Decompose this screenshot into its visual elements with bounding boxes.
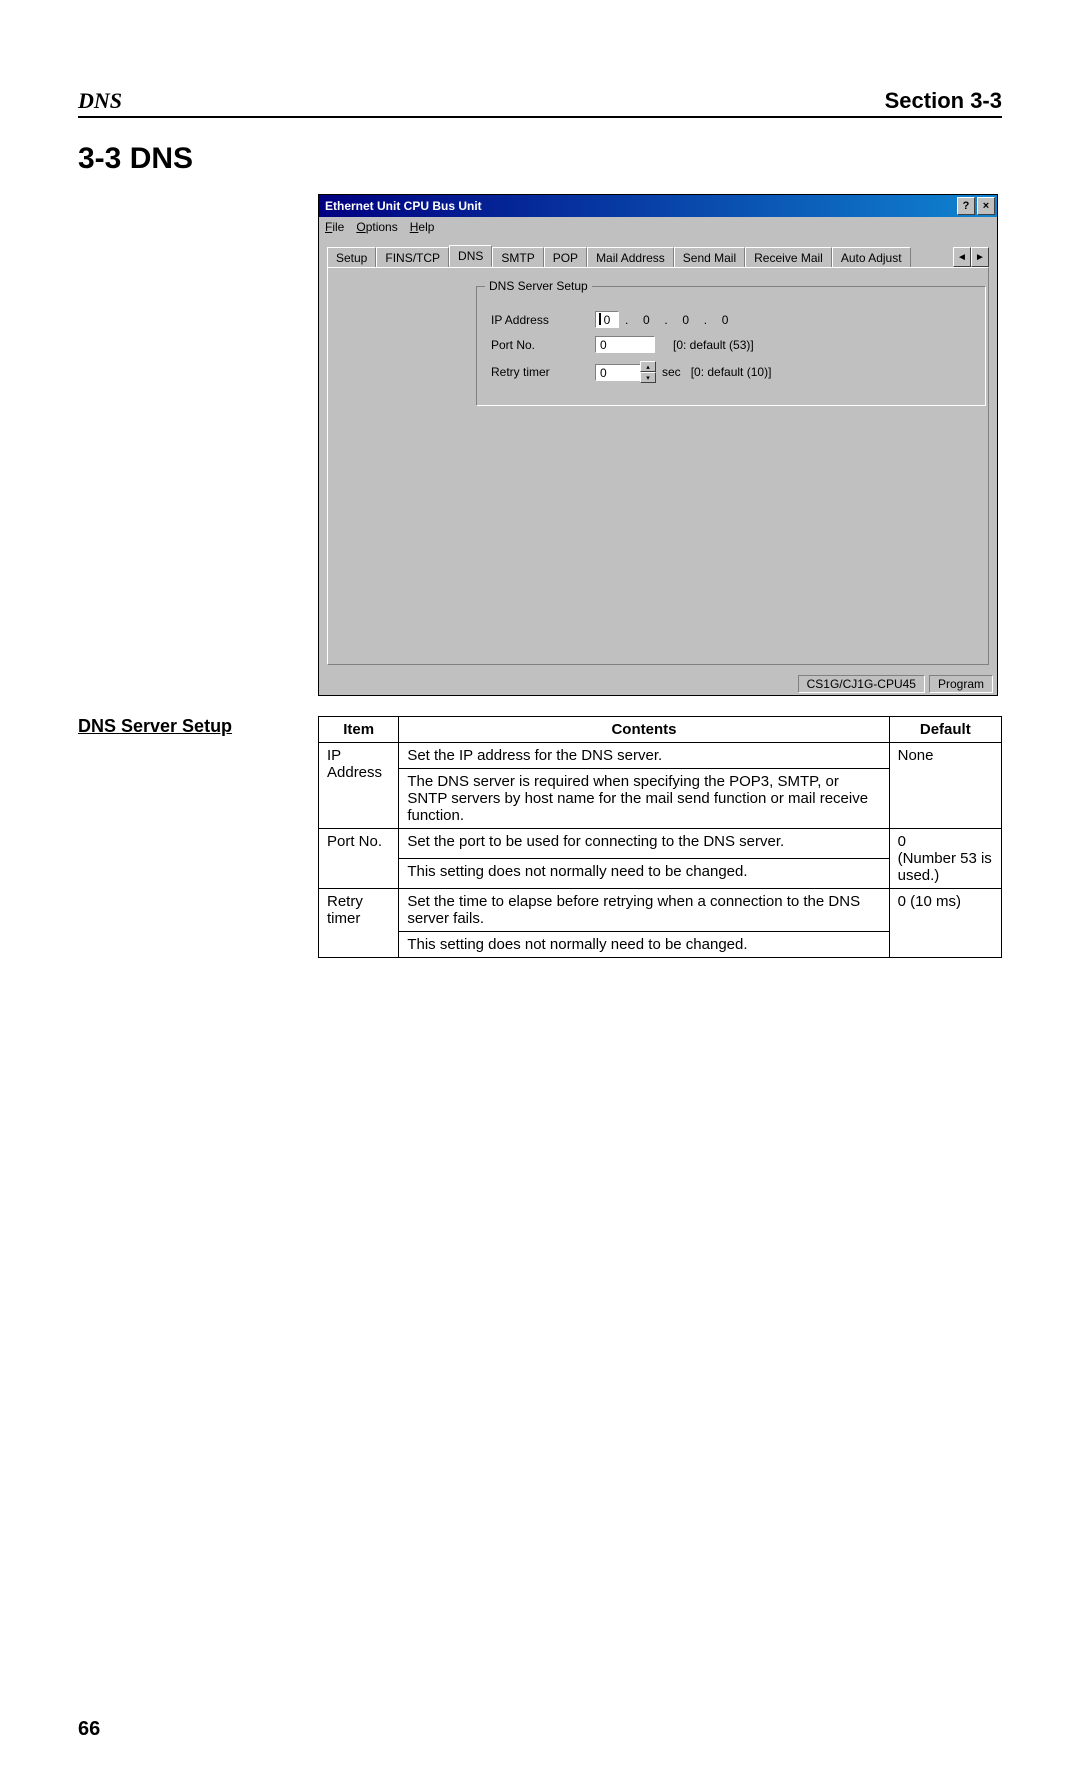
titlebar: Ethernet Unit CPU Bus Unit ? ×	[319, 195, 997, 217]
ip-octet-2[interactable]: 0	[634, 313, 658, 327]
retry-label: Retry timer	[491, 365, 577, 379]
th-item: Item	[319, 717, 399, 743]
cell-contents: Set the time to elapse before retrying w…	[399, 889, 889, 932]
cell-contents: The DNS server is required when specifyi…	[399, 769, 889, 829]
tab-auto-adjust[interactable]: Auto Adjust	[832, 247, 911, 268]
tab-pop[interactable]: POP	[544, 247, 587, 268]
statusbar: CS1G/CJ1G-CPU45 Program	[319, 673, 997, 695]
cell-item: Retry timer	[319, 889, 399, 958]
group-legend: DNS Server Setup	[485, 279, 592, 293]
cell-contents: This setting does not normally need to b…	[399, 859, 889, 889]
menu-options[interactable]: Options	[356, 220, 397, 234]
definitions-table: Item Contents Default IP Address Set the…	[318, 716, 1002, 958]
port-label: Port No.	[491, 338, 577, 352]
ip-octet-3[interactable]: 0	[674, 313, 698, 327]
menubar: File Options Help	[319, 217, 997, 237]
spinner-up-icon[interactable]: ▴	[640, 361, 656, 372]
retry-hint: [0: default (10)]	[691, 365, 772, 379]
tab-scroll-left-icon[interactable]: ◄	[953, 247, 971, 267]
retry-input[interactable]: 0	[595, 364, 641, 381]
subheading: DNS Server Setup	[78, 716, 292, 737]
help-icon[interactable]: ?	[957, 197, 975, 215]
port-hint: [0: default (53)]	[673, 338, 754, 352]
tab-setup[interactable]: Setup	[327, 247, 376, 268]
ethernet-dialog: Ethernet Unit CPU Bus Unit ? × File Opti…	[318, 194, 998, 696]
cell-contents: This setting does not normally need to b…	[399, 932, 889, 958]
retry-unit: sec	[662, 365, 681, 379]
ip-octet-1[interactable]: 0	[595, 311, 619, 328]
menu-help[interactable]: Help	[410, 220, 435, 234]
retry-spinner[interactable]: ▴ ▾	[640, 361, 656, 383]
page-number: 66	[78, 1718, 1002, 1741]
port-input[interactable]: 0	[595, 336, 655, 353]
cell-item: IP Address	[319, 743, 399, 829]
tab-panel: DNS Server Setup IP Address 0 . 0 . 0 .	[327, 267, 989, 665]
ip-dot: .	[625, 313, 628, 327]
cell-default: 0 (Number 53 is used.)	[889, 829, 1001, 889]
cell-item: Port No.	[319, 829, 399, 889]
table-row: IP Address Set the IP address for the DN…	[319, 743, 1002, 769]
ip-octet-4[interactable]: 0	[713, 313, 737, 327]
ip-dot: .	[664, 313, 667, 327]
window-title: Ethernet Unit CPU Bus Unit	[325, 199, 482, 213]
tabs-row: Setup FINS/TCP DNS SMTP POP Mail Address…	[327, 245, 989, 267]
cell-default: 0 (10 ms)	[889, 889, 1001, 958]
tab-mail-address[interactable]: Mail Address	[587, 247, 674, 268]
tab-smtp[interactable]: SMTP	[492, 247, 543, 268]
th-contents: Contents	[399, 717, 889, 743]
header-right: Section 3-3	[885, 88, 1002, 114]
table-row: Retry timer Set the time to elapse befor…	[319, 889, 1002, 932]
ip-address-label: IP Address	[491, 313, 577, 327]
header-left: DNS	[78, 88, 122, 114]
ip-dot: .	[704, 313, 707, 327]
spinner-down-icon[interactable]: ▾	[640, 372, 656, 383]
status-cpu: CS1G/CJ1G-CPU45	[798, 675, 925, 693]
cell-contents: Set the port to be used for connecting t…	[399, 829, 889, 859]
section-heading: 3-3 DNS	[78, 142, 1002, 176]
cell-default: None	[889, 743, 1001, 829]
tab-dns[interactable]: DNS	[449, 245, 492, 267]
menu-file[interactable]: File	[325, 220, 344, 234]
tab-fins-tcp[interactable]: FINS/TCP	[376, 247, 449, 268]
table-row: Port No. Set the port to be used for con…	[319, 829, 1002, 859]
dns-groupbox: DNS Server Setup IP Address 0 . 0 . 0 .	[476, 286, 986, 406]
tab-send-mail[interactable]: Send Mail	[674, 247, 745, 268]
th-default: Default	[889, 717, 1001, 743]
header-bar: DNS Section 3-3	[78, 88, 1002, 118]
tab-receive-mail[interactable]: Receive Mail	[745, 247, 832, 268]
close-icon[interactable]: ×	[977, 197, 995, 215]
tab-scroll-right-icon[interactable]: ►	[971, 247, 989, 267]
cell-contents: Set the IP address for the DNS server.	[399, 743, 889, 769]
status-mode: Program	[929, 675, 993, 693]
